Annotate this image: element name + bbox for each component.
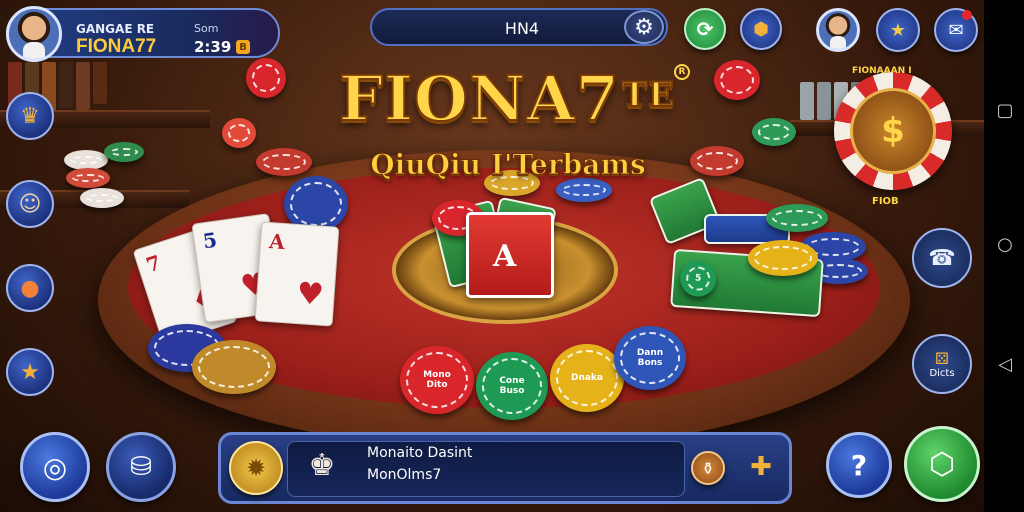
chip-stack (104, 142, 144, 162)
system-nav-bar: ▢ ○ ◁ (984, 0, 1024, 512)
game-logo-subtitle: QiuQiu I'Terbams (370, 148, 647, 182)
add-plus-icon[interactable]: ✚ (741, 447, 781, 487)
center-card-main: A (466, 212, 554, 298)
sun-coin-icon[interactable]: ✹ (229, 441, 283, 495)
banner-chip-top-label: FIONAAAN I (852, 66, 912, 76)
star-badge-icon[interactable]: ★ (6, 348, 54, 396)
dollar-coin-icon: $ (850, 88, 936, 174)
bottom-info-panel[interactable]: ✹ ♚ Monaito Dasint MonOlms7 ⚱ ✚ (218, 432, 792, 504)
help-icon[interactable]: ? (826, 432, 892, 498)
support-icon[interactable]: ☎ (912, 228, 972, 288)
back-icon[interactable]: ◁ (995, 356, 1015, 374)
trophy-icon[interactable]: ♛ (6, 92, 54, 140)
play-button[interactable]: ⬡ (904, 426, 980, 502)
chip-stack (64, 150, 108, 170)
poker-chip-gold (748, 240, 818, 276)
planet-icon[interactable]: ◎ (20, 432, 90, 502)
recent-apps-icon[interactable]: ▢ (995, 102, 1015, 120)
game-logo-title: FIONA7TE (338, 61, 676, 136)
character-figure-icon: ♚ (308, 448, 336, 483)
message-subtitle: MonOlms7 (367, 467, 442, 483)
timer-label: Som (194, 22, 219, 35)
chips-shop-icon[interactable]: ⛁ (106, 432, 176, 502)
floating-chip (246, 58, 286, 98)
gift-icon[interactable]: ★ (876, 8, 920, 52)
dice-button-label: Dicts (929, 368, 955, 379)
game-scene: 7♦ 5♥ A♥ A 5 Mono Dito Cone Buso Dnaka D… (0, 0, 984, 512)
player-profile-panel[interactable]: GANGAE RE FIONA77 Som 2:39 B (6, 6, 280, 62)
friend-avatar[interactable] (816, 8, 860, 52)
player-avatar[interactable] (6, 6, 62, 62)
chip-stack (66, 168, 110, 188)
refresh-icon[interactable]: ⟳ (684, 8, 726, 50)
coin-icon: B (236, 40, 250, 54)
player-name: FIONA77 (76, 36, 157, 57)
chip-stack (766, 204, 828, 232)
message-box: ♚ (287, 441, 685, 497)
floating-chip (222, 118, 256, 148)
chip-stack (690, 146, 744, 176)
gear-icon[interactable]: ⚙ (624, 10, 664, 44)
shield-icon[interactable]: ⬢ (740, 8, 782, 50)
home-icon[interactable]: ○ (995, 236, 1015, 254)
chip-stack (256, 148, 312, 176)
playing-card: A ♥ (254, 221, 340, 327)
chip-stack (80, 188, 124, 208)
poker-chip-blue: Dann Bons (614, 326, 686, 390)
poker-chip-green: Cone Buso (476, 352, 548, 420)
potion-icon[interactable]: ⚱ (691, 451, 725, 485)
floating-chip (714, 60, 760, 100)
green-card-chip: 5 (678, 259, 718, 298)
dice-button[interactable]: ⚄ Dicts (912, 334, 972, 394)
floating-chip (752, 118, 796, 146)
poker-chip-gold (192, 340, 276, 394)
poker-chip-yellow: Dnaka (550, 344, 624, 412)
banner-chip-bottom-label: FIOB (872, 196, 899, 207)
dice-icon: ⚄ (935, 349, 949, 368)
registered-mark: R (674, 64, 690, 80)
player-label: GANGAE RE (76, 22, 155, 36)
egg-icon[interactable]: ● (6, 264, 54, 312)
banner-chip[interactable]: $ (834, 72, 952, 190)
timer-value: 2:39 (194, 38, 232, 56)
character-icon[interactable]: ☺ (6, 180, 54, 228)
message-title: Monaito Dasint (367, 445, 473, 461)
poker-chip-red: Mono Dito (400, 346, 474, 414)
notification-dot (962, 10, 972, 20)
chip-stack (556, 178, 612, 202)
